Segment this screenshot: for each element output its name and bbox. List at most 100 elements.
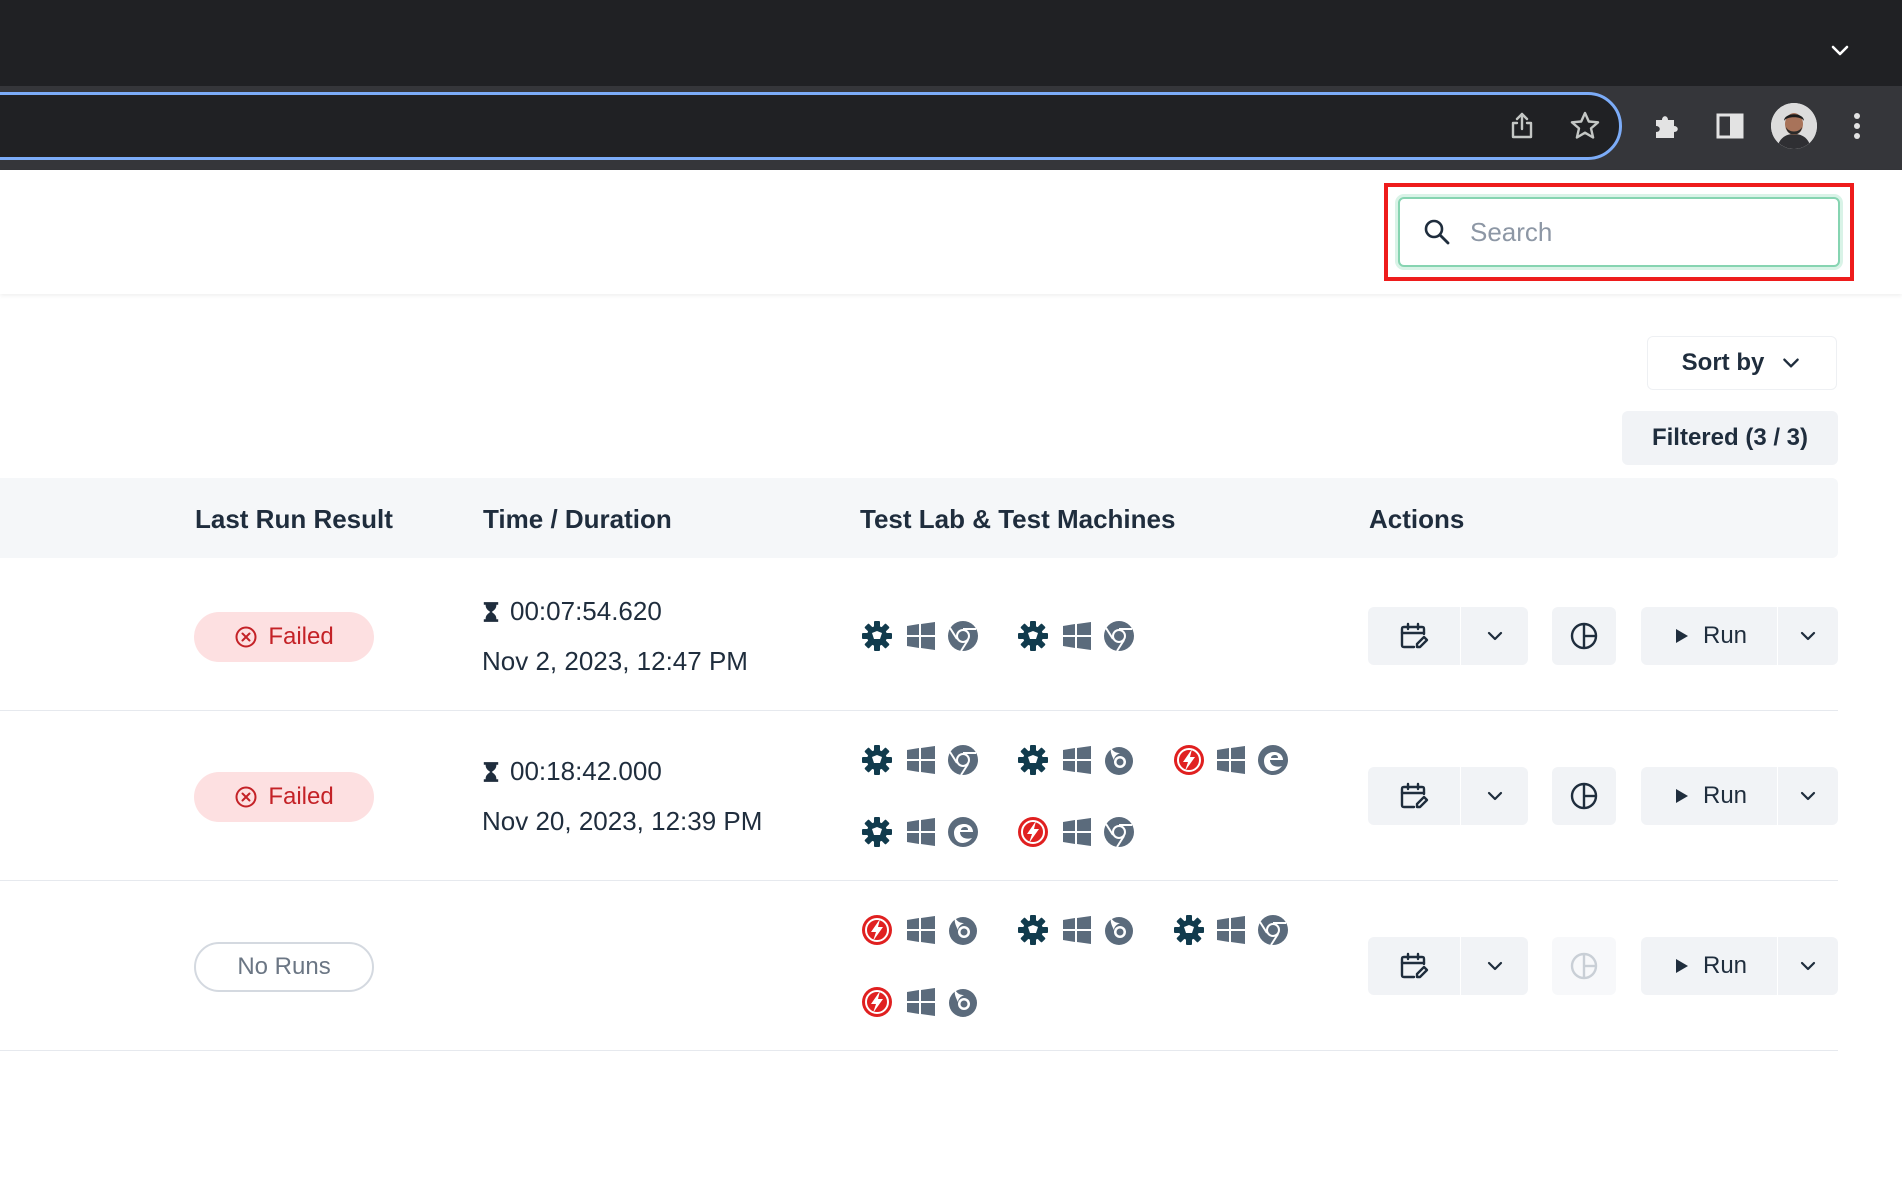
calendar-edit-icon xyxy=(1397,619,1431,653)
run-dropdown-button[interactable] xyxy=(1778,937,1838,995)
run-label: Run xyxy=(1702,952,1748,979)
column-header-test-lab[interactable]: Test Lab & Test Machines xyxy=(860,504,1175,535)
test-lab-gear-icon xyxy=(860,619,894,653)
status-badge-no-runs: No Runs xyxy=(194,942,374,992)
run-dropdown-button[interactable] xyxy=(1778,607,1838,665)
search-icon xyxy=(1422,217,1452,247)
share-icon[interactable] xyxy=(1500,104,1544,148)
chevron-down-icon xyxy=(1798,956,1818,976)
duration-value: 00:07:54.620 xyxy=(510,596,662,626)
address-bar[interactable] xyxy=(0,92,1622,160)
windows-icon xyxy=(1060,815,1094,849)
run-button-group: Run xyxy=(1641,767,1838,825)
run-label: Run xyxy=(1702,622,1748,649)
schedule-dropdown-button[interactable] xyxy=(1461,937,1528,995)
chrome-icon xyxy=(1256,913,1290,947)
windows-icon xyxy=(1214,743,1248,777)
chevron-down-icon xyxy=(1485,956,1505,976)
hourglass-icon xyxy=(482,600,500,624)
chevron-down-icon xyxy=(1485,626,1505,646)
calendar-edit-icon xyxy=(1397,949,1431,983)
run-label: Run xyxy=(1702,782,1748,809)
browser-tab-strip xyxy=(0,0,1902,86)
schedule-button[interactable] xyxy=(1368,607,1460,665)
column-header-time-duration[interactable]: Time / Duration xyxy=(483,504,672,535)
pie-chart-icon xyxy=(1567,779,1601,813)
run-duration: 00:07:54.620 xyxy=(482,596,662,627)
status-label: Failed xyxy=(268,623,334,650)
kebab-menu-icon[interactable] xyxy=(1835,104,1879,148)
run-button[interactable]: Run xyxy=(1641,937,1777,995)
run-dropdown-button[interactable] xyxy=(1778,767,1838,825)
run-date: Nov 20, 2023, 12:39 PM xyxy=(482,806,763,836)
run-button[interactable]: Run xyxy=(1641,607,1777,665)
status-badge-failed[interactable]: Failed xyxy=(194,612,374,662)
profile-avatar[interactable] xyxy=(1771,103,1817,149)
report-button[interactable] xyxy=(1552,607,1616,665)
column-header-last-run-result[interactable]: Last Run Result xyxy=(195,504,393,535)
pie-chart-icon xyxy=(1567,949,1601,983)
report-button-disabled xyxy=(1552,937,1616,995)
windows-icon xyxy=(904,743,938,777)
windows-icon xyxy=(904,619,938,653)
test-lab-bolt-icon xyxy=(1016,815,1050,849)
filtered-button[interactable]: Filtered (3 / 3) xyxy=(1622,411,1838,465)
puzzle-icon[interactable] xyxy=(1644,104,1688,148)
windows-icon xyxy=(1060,619,1094,653)
pie-chart-icon xyxy=(1567,619,1601,653)
schedule-button[interactable] xyxy=(1368,767,1460,825)
play-icon xyxy=(1671,956,1691,976)
edge-icon xyxy=(946,815,980,849)
sort-by-button[interactable]: Sort by xyxy=(1647,336,1837,390)
chrome-icon xyxy=(946,743,980,777)
test-lab-bolt-icon xyxy=(1172,743,1206,777)
run-date: Nov 2, 2023, 12:47 PM xyxy=(482,646,748,676)
sort-by-label: Sort by xyxy=(1681,349,1765,376)
windows-icon xyxy=(1214,913,1248,947)
firefox-icon xyxy=(946,985,980,1019)
chevron-down-icon xyxy=(1798,626,1818,646)
windows-icon xyxy=(1060,913,1094,947)
run-button-group: Run xyxy=(1641,607,1838,665)
row-divider xyxy=(0,1050,1838,1051)
schedule-dropdown-button[interactable] xyxy=(1461,767,1528,825)
play-icon xyxy=(1671,786,1691,806)
chrome-icon xyxy=(946,619,980,653)
test-lab-bolt-icon xyxy=(860,913,894,947)
status-badge-failed[interactable]: Failed xyxy=(194,772,374,822)
test-lab-gear-icon xyxy=(1016,619,1050,653)
side-panel-icon[interactable] xyxy=(1708,104,1752,148)
run-button-group: Run xyxy=(1641,937,1838,995)
windows-icon xyxy=(904,985,938,1019)
status-label: Failed xyxy=(268,783,334,810)
x-circle-icon xyxy=(234,625,258,649)
chevron-down-icon xyxy=(1485,786,1505,806)
schedule-button[interactable] xyxy=(1368,937,1460,995)
duration-value: 00:18:42.000 xyxy=(510,756,662,786)
windows-icon xyxy=(904,913,938,947)
chrome-icon xyxy=(1102,815,1136,849)
play-icon xyxy=(1671,626,1691,646)
run-button[interactable]: Run xyxy=(1641,767,1777,825)
test-lab-gear-icon xyxy=(860,743,894,777)
firefox-icon xyxy=(1102,743,1136,777)
search-input[interactable] xyxy=(1470,216,1810,248)
windows-icon xyxy=(1060,743,1094,777)
schedule-button-group xyxy=(1368,937,1528,995)
windows-icon xyxy=(904,815,938,849)
row-divider xyxy=(0,880,1838,881)
schedule-button-group xyxy=(1368,607,1528,665)
row-divider xyxy=(0,710,1838,711)
search-box[interactable] xyxy=(1398,197,1840,267)
star-icon[interactable] xyxy=(1563,104,1607,148)
tab-search-chevron-icon[interactable] xyxy=(1818,28,1862,72)
x-circle-icon xyxy=(234,785,258,809)
run-duration: 00:18:42.000 xyxy=(482,756,662,787)
chrome-icon xyxy=(1102,619,1136,653)
test-lab-gear-icon xyxy=(1016,743,1050,777)
column-header-actions: Actions xyxy=(1369,504,1465,534)
report-button[interactable] xyxy=(1552,767,1616,825)
firefox-icon xyxy=(1102,913,1136,947)
schedule-dropdown-button[interactable] xyxy=(1461,607,1528,665)
filtered-label: Filtered (3 / 3) xyxy=(1651,424,1809,451)
